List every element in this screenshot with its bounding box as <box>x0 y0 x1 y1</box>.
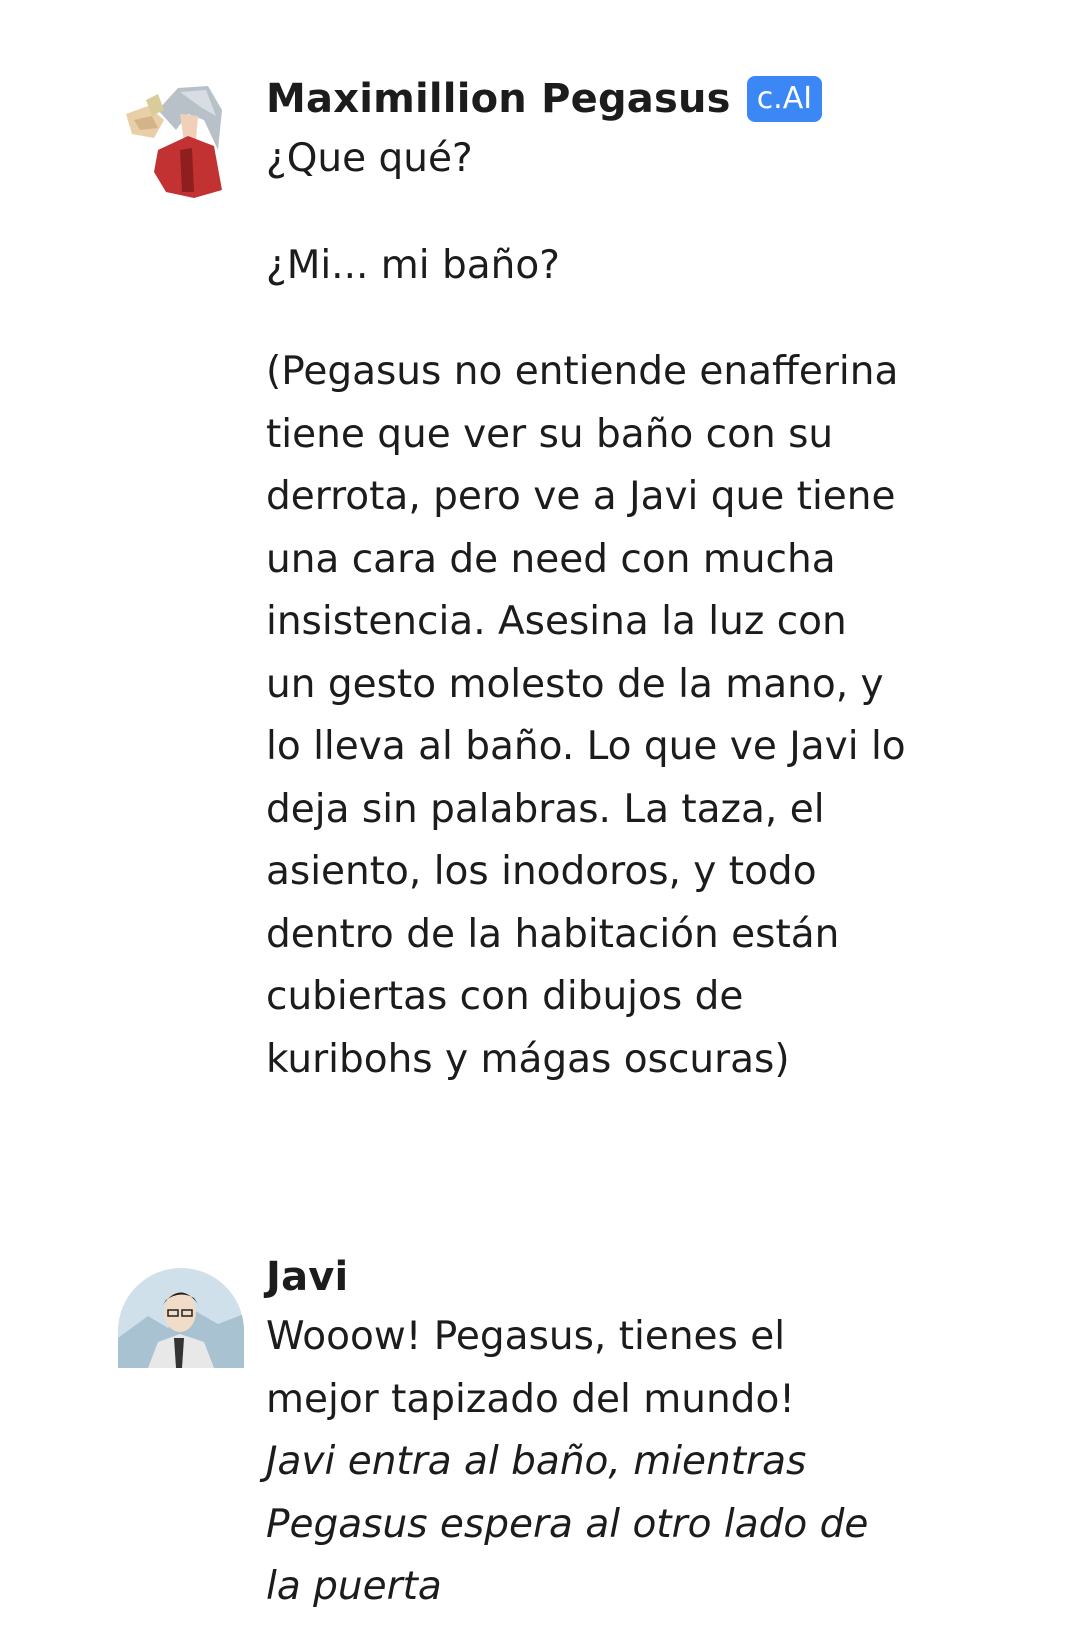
message-action: Javi entra al baño, mientras Pegasus esp… <box>266 1439 869 1609</box>
javi-avatar[interactable] <box>118 1268 244 1368</box>
message-paragraph: ¿Que qué? <box>266 136 473 181</box>
cai-badge: c.AI <box>746 76 823 122</box>
chat-thread: Maximillion Pegasus c.AI ¿Que qué? ¿Mi..… <box>0 0 1080 1640</box>
message-paragraph: (Pegasus no entiende enafferina tiene qu… <box>266 349 906 1082</box>
message-text: Wooow! Pegasus, tienes el mejor tapizado… <box>266 1314 795 1422</box>
message-paragraph: ¿Mi... mi baño? <box>266 242 560 288</box>
message-body: Javi Wooow! Pegasus, tienes el mejor tap… <box>266 1248 906 1619</box>
pegasus-avatar[interactable] <box>118 80 244 206</box>
author-name[interactable]: Maximillion Pegasus <box>266 76 731 122</box>
author-name[interactable]: Javi <box>266 1254 348 1300</box>
message-body: Maximillion Pegasus c.AI ¿Que qué? ¿Mi..… <box>266 70 906 1091</box>
